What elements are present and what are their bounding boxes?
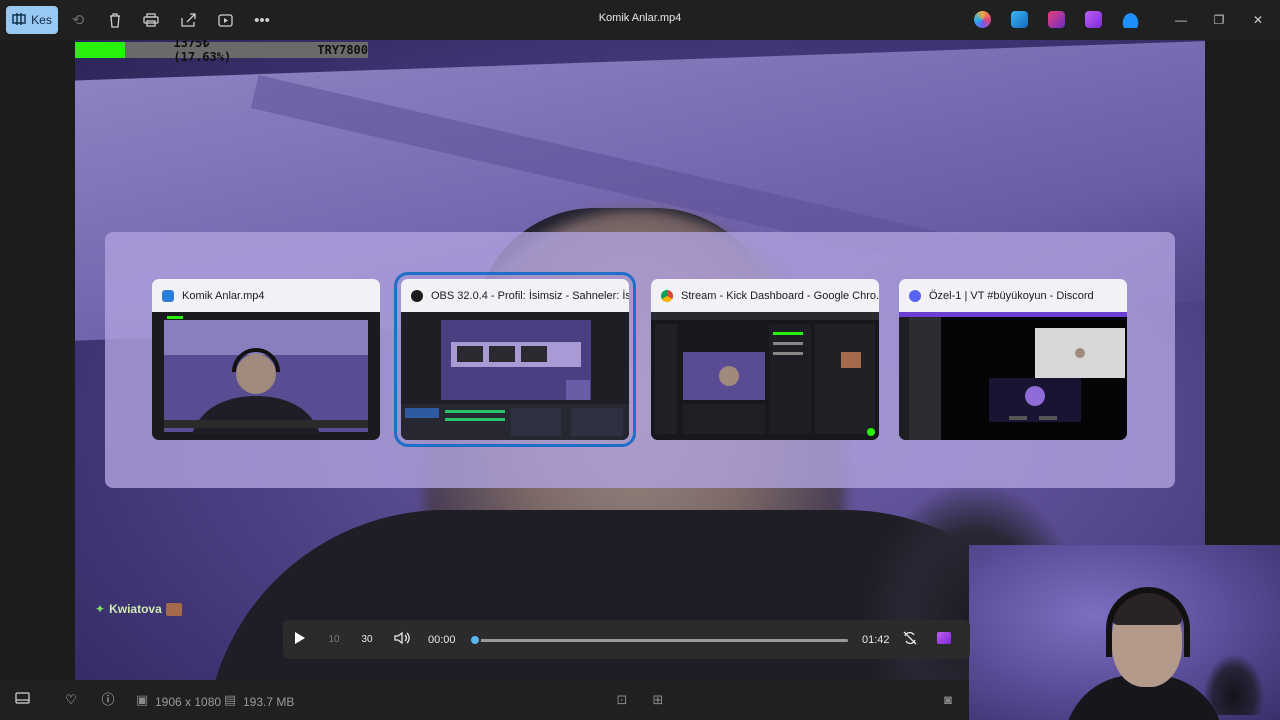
onedrive-icon[interactable] [1121,11,1140,28]
card-title: Komik Anlar.mp4 [182,289,265,302]
seek-bar[interactable] [474,639,848,642]
switcher-card-obs[interactable]: OBS 32.0.4 - Profil: İsimsiz - Sahneler:… [394,272,636,447]
trim-label: Kes [31,13,52,27]
trim-button[interactable]: Kes [6,6,58,34]
window-thumbnail [651,312,879,440]
current-time: 00:00 [428,634,456,646]
print-icon[interactable] [141,10,161,30]
title-bar: Kes ⟲ ••• Komik Anlar.mp4 — ❐ ✕ [0,0,1280,40]
visual-search-icon[interactable]: ⊡ [614,692,630,708]
rotate-icon[interactable]: ⟲ [68,10,88,30]
skip-back-icon[interactable]: 10 [325,631,343,649]
obs-icon [411,289,423,302]
resolution: 1906 x 1080 [155,695,222,709]
user-badge-icon [165,602,182,616]
minimize-button[interactable]: — [1173,12,1189,28]
copilot-icon[interactable] [974,11,991,28]
file-size-icon: ▤ [223,692,237,707]
webcam-pip [969,545,1280,720]
sparkle-icon: ✦ [95,602,106,616]
chat-username: ✦ Kwiatova [95,602,182,616]
chrome-icon [661,289,673,302]
donation-percent: 1375₺ (17.63%) [173,40,232,64]
screenshot-icon[interactable]: ◙ [940,692,956,708]
window-thumbnail [152,312,380,440]
seek-thumb[interactable] [469,634,481,646]
window-title: Komik Anlar.mp4 [598,12,682,24]
card-title: Özel-1 | VT #büyükoyun - Discord [929,289,1094,302]
switcher-card-chrome[interactable]: Stream - Kick Dashboard - Google Chro... [651,279,879,440]
card-title: OBS 32.0.4 - Profil: İsimsiz - Sahneler:… [431,289,629,302]
video-editor-icon[interactable] [935,631,953,649]
share-icon[interactable] [178,10,198,30]
filmstrip-icon[interactable] [14,692,30,708]
restore-button[interactable]: ❐ [1211,12,1227,28]
play-icon[interactable] [291,631,309,649]
favorite-icon[interactable]: ♡ [63,692,79,708]
photos-icon [162,289,174,302]
switcher-card-photos[interactable]: Komik Anlar.mp4 [152,279,380,440]
close-button[interactable]: ✕ [1250,12,1266,28]
loop-icon[interactable] [901,631,919,649]
delete-icon[interactable] [105,10,125,30]
info-icon[interactable]: ⓘ [100,692,116,708]
switcher-card-discord[interactable]: Özel-1 | VT #büyükoyun - Discord [899,279,1127,440]
video-editor-icon[interactable] [1085,11,1102,28]
volume-icon[interactable] [393,631,411,649]
photos-app-icon[interactable] [1011,11,1028,28]
donation-goal: TRY7800 [317,43,368,57]
window-thumbnail [401,312,629,440]
discord-icon [909,289,921,302]
trim-icon [12,12,26,28]
slideshow-icon[interactable] [215,10,235,30]
clipchamp-icon[interactable] [1048,11,1065,28]
window-thumbnail [899,312,1127,440]
donation-goal-bar: 1375₺ (17.63%) TRY7800 [75,40,368,64]
scan-text-icon[interactable]: ⊞ [650,692,666,708]
more-icon[interactable]: ••• [252,10,272,30]
total-time: 01:42 [862,634,890,646]
resolution-icon: ▣ [135,692,149,707]
skip-forward-icon[interactable]: 30 [358,631,376,649]
card-title: Stream - Kick Dashboard - Google Chro... [681,289,879,302]
donation-progress-fill [75,42,126,58]
file-size: 193.7 MB [243,695,295,709]
